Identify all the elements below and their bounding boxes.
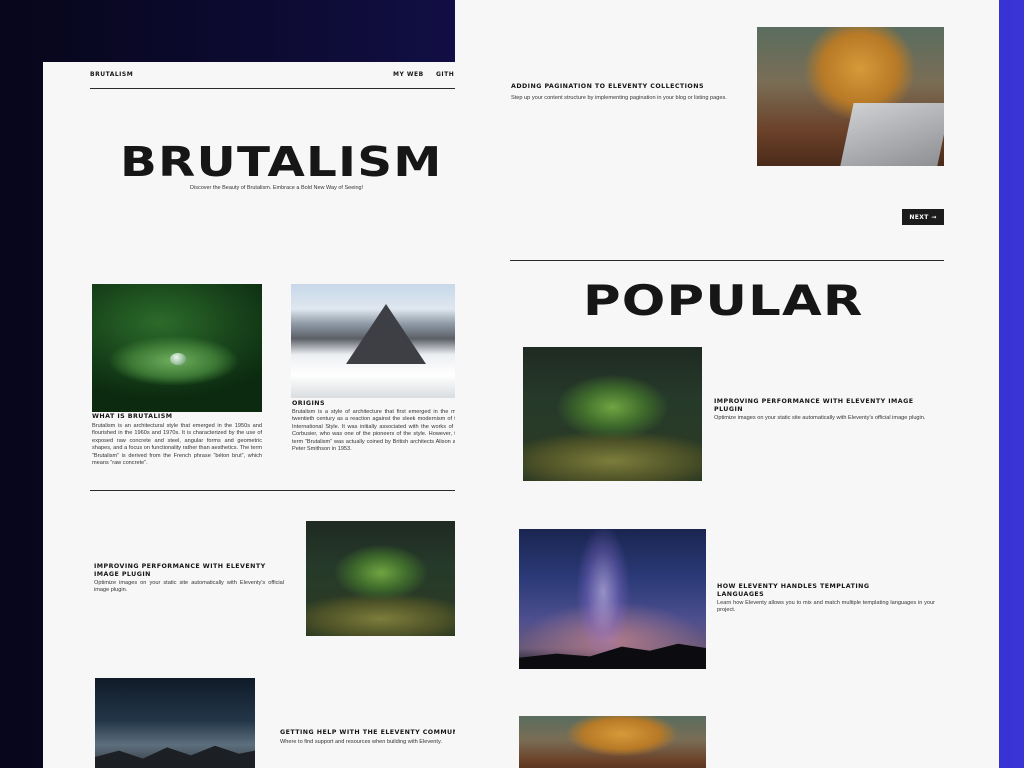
leaf-dewdrop-photo bbox=[92, 284, 262, 412]
hero-title: BRUTALISM bbox=[120, 138, 443, 186]
laptop-typing-photo[interactable] bbox=[757, 27, 944, 166]
nav-link-github[interactable]: GITH bbox=[436, 71, 454, 78]
right-page-panel: ADDING PAGINATION TO ELEVENTY COLLECTION… bbox=[455, 0, 999, 768]
left-page-panel: BRUTALISM MY WEB GITH BRUTALISM Discover… bbox=[43, 62, 455, 768]
card-title-origins: ORIGINS bbox=[292, 400, 326, 407]
post-text-image-plugin: Optimize images on your static site auto… bbox=[94, 580, 284, 594]
post-text-community: Where to find support and resources when… bbox=[280, 739, 442, 745]
popular-text-image-plugin: Optimize images on your static site auto… bbox=[714, 415, 926, 421]
moss-sapling-photo[interactable] bbox=[306, 521, 455, 636]
post-title-community[interactable]: GETTING HELP WITH THE ELEVENTY COMMUNITY bbox=[280, 729, 455, 737]
milky-way-photo[interactable] bbox=[519, 529, 706, 669]
post-title-image-plugin[interactable]: IMPROVING PERFORMANCE WITH ELEVENTY IMAG… bbox=[94, 563, 274, 579]
night-mountains-photo[interactable] bbox=[95, 678, 255, 768]
post-title-pagination[interactable]: ADDING PAGINATION TO ELEVENTY COLLECTION… bbox=[511, 83, 741, 91]
snowy-mountain-photo bbox=[291, 284, 455, 398]
header-divider bbox=[90, 88, 455, 89]
card-text-what-is-brutalism: Brutalism is an architectural style that… bbox=[92, 423, 262, 467]
post-text-pagination: Step up your content structure by implem… bbox=[511, 95, 727, 101]
moss-sapling-photo[interactable] bbox=[523, 347, 702, 481]
popular-text-templating: Learn how Eleventy allows you to mix and… bbox=[717, 600, 935, 614]
laptop-typing-photo[interactable] bbox=[519, 716, 706, 768]
brand-logo[interactable]: BRUTALISM bbox=[90, 71, 133, 78]
next-page-button[interactable]: NEXT → bbox=[902, 209, 944, 225]
popular-section-title: POPULAR bbox=[583, 276, 864, 325]
popular-title-image-plugin[interactable]: IMPROVING PERFORMANCE WITH ELEVENTY IMAG… bbox=[714, 398, 914, 414]
nav-link-my-web[interactable]: MY WEB bbox=[393, 71, 424, 78]
popular-divider bbox=[510, 260, 944, 261]
section-divider bbox=[90, 490, 455, 491]
card-title-what-is-brutalism: WHAT IS BRUTALISM bbox=[92, 413, 173, 420]
hero-subtitle: Discover the Beauty of Brutalism. Embrac… bbox=[190, 185, 364, 191]
popular-title-templating[interactable]: HOW ELEVENTY HANDLES TEMPLATING LANGUAGE… bbox=[717, 583, 897, 599]
card-text-origins: Brutalism is a style of architecture tha… bbox=[292, 409, 455, 453]
